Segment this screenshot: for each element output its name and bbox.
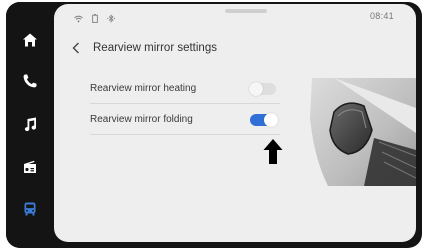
setting-label: Rearview mirror folding <box>90 114 193 125</box>
sidebar-nav <box>6 2 54 248</box>
page-title: Rearview mirror settings <box>93 42 217 54</box>
clock: 08:41 <box>369 11 394 21</box>
mirror-heating-toggle[interactable] <box>249 81 276 96</box>
mirror-folding-toggle[interactable] <box>250 112 278 127</box>
radio-icon <box>24 160 36 173</box>
status-bar: 08:41 <box>54 4 416 26</box>
home-icon <box>23 33 37 47</box>
nav-phone[interactable] <box>12 66 48 96</box>
wifi-icon <box>74 10 83 28</box>
setting-row-mirror-folding[interactable]: Rearview mirror folding <box>90 105 280 135</box>
toggle-knob <box>249 81 263 96</box>
device-bezel: 08:41 Rearview mirror settings Rearview … <box>6 2 422 248</box>
car-icon <box>24 202 36 216</box>
page-header: Rearview mirror settings <box>72 40 217 56</box>
nav-radio[interactable] <box>12 152 48 182</box>
bluetooth-icon <box>107 10 116 28</box>
setting-label: Rearview mirror heating <box>90 83 197 94</box>
pointer-arrow-icon <box>263 139 283 170</box>
nav-home[interactable] <box>12 25 48 55</box>
nav-car[interactable] <box>12 194 48 224</box>
main-screen: 08:41 Rearview mirror settings Rearview … <box>54 4 416 242</box>
battery-icon <box>92 10 98 28</box>
phone-icon <box>23 74 37 88</box>
nav-music[interactable] <box>12 109 48 139</box>
side-mirror-illustration <box>304 78 416 191</box>
music-icon <box>24 117 37 132</box>
chevron-left-icon[interactable] <box>72 40 84 56</box>
setting-row-mirror-heating[interactable]: Rearview mirror heating <box>90 74 280 104</box>
drag-handle[interactable] <box>225 9 267 13</box>
toggle-knob <box>264 112 278 127</box>
